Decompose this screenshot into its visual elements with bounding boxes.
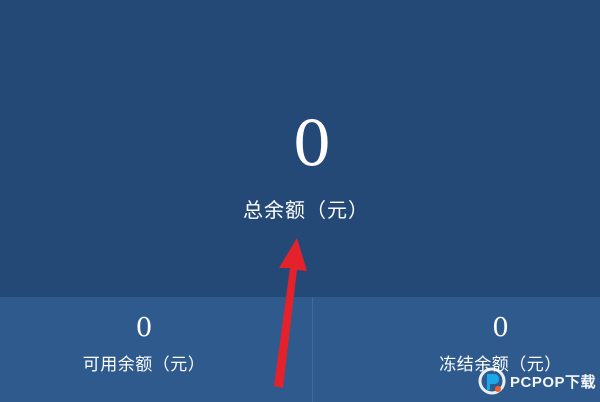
total-balance-label: 总余额（元） [243,198,369,222]
available-balance-cell[interactable]: 0 可用余额（元） [0,297,312,402]
available-balance-value: 0 [135,313,153,343]
balance-screen: 0 总余额（元） 0 可用余额（元） 0 冻结余额（元） PCPOP下载 [0,0,600,402]
total-balance-value: 0 [292,107,332,180]
watermark-text: PCPOP下载 [510,373,597,391]
available-balance-label: 可用余额（元） [82,355,206,375]
watermark: PCPOP下载 [478,366,596,396]
frozen-balance-value: 0 [492,313,509,343]
total-balance-panel[interactable]: 0 总余额（元） [0,0,600,297]
pcpop-logo-icon [478,367,506,395]
